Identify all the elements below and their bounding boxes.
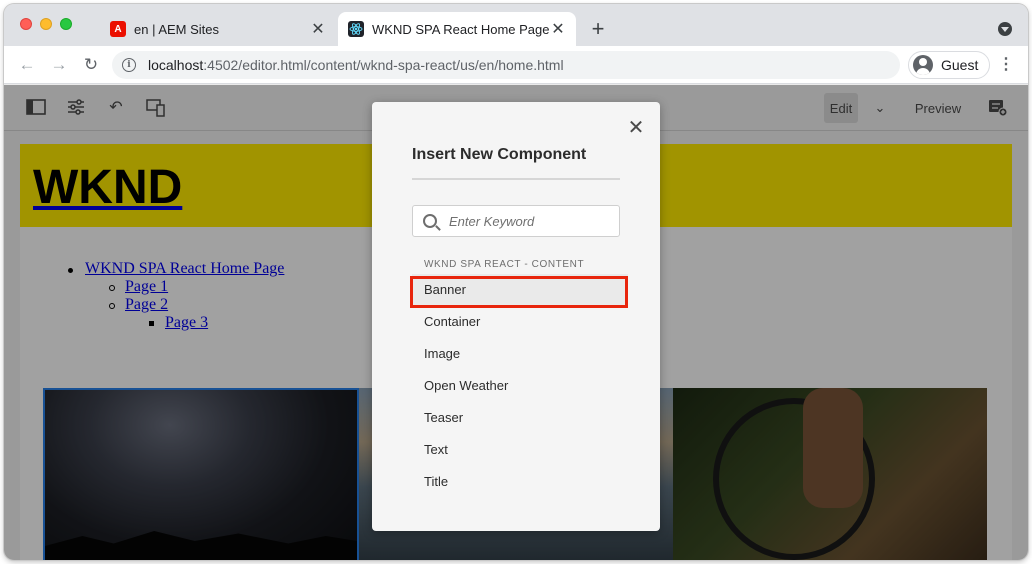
close-icon[interactable]: ✕ [550, 21, 566, 38]
dialog-title: Insert New Component [412, 146, 587, 163]
close-icon[interactable]: ✕ [626, 118, 646, 138]
minimize-window-button[interactable] [40, 18, 52, 30]
component-image[interactable]: Image [412, 338, 628, 370]
adobe-icon: A [110, 21, 126, 37]
tab-aem-sites[interactable]: A en | AEM Sites ✕ [100, 12, 336, 46]
reload-icon[interactable]: ↻ [80, 54, 102, 76]
banner-highlight [410, 276, 628, 308]
insert-component-dialog: ✕ Insert New Component WKND SPA REACT - … [372, 102, 660, 531]
tab-search-icon[interactable] [998, 22, 1012, 36]
component-group-label: WKND SPA REACT - CONTENT [424, 259, 585, 270]
browser-menu-icon[interactable]: ⋮ [998, 56, 1014, 74]
browser-window: A en | AEM Sites ✕ WKND SPA React Home P… [4, 4, 1028, 560]
react-icon [348, 21, 364, 37]
search-icon [423, 214, 437, 228]
profile-name: Guest [941, 57, 979, 73]
new-tab-button[interactable]: + [586, 18, 610, 42]
keyword-search[interactable] [412, 205, 620, 237]
component-container[interactable]: Container [412, 306, 628, 338]
component-open-weather[interactable]: Open Weather [412, 370, 628, 402]
tab-title: WKND SPA React Home Page [372, 21, 550, 37]
forward-arrow-icon[interactable]: → [48, 54, 70, 76]
component-text[interactable]: Text [412, 434, 628, 466]
tab-wknd-home[interactable]: WKND SPA React Home Page ✕ [338, 12, 576, 46]
close-icon[interactable]: ✕ [310, 21, 326, 38]
back-arrow-icon[interactable]: ← [16, 54, 38, 76]
component-title[interactable]: Title [412, 466, 628, 498]
url-path: :4502/editor.html/content/wknd-spa-react… [203, 57, 564, 73]
tab-title: en | AEM Sites [134, 21, 220, 37]
profile-button[interactable]: Guest [908, 51, 990, 79]
divider [412, 178, 620, 180]
component-teaser[interactable]: Teaser [412, 402, 628, 434]
maximize-window-button[interactable] [60, 18, 72, 30]
url-host: localhost [148, 57, 204, 73]
avatar [913, 55, 933, 75]
editor-content: ↶ Edit ⌄ Preview WKND WKND SPA React Hom… [4, 85, 1028, 560]
close-window-button[interactable] [20, 18, 32, 30]
address-bar[interactable]: i localhost:4502/editor.html/content/wkn… [112, 51, 900, 79]
browser-toolbar: ← → ↻ i localhost:4502/editor.html/conte… [4, 46, 1028, 84]
tab-strip: A en | AEM Sites ✕ WKND SPA React Home P… [4, 4, 1028, 46]
info-icon[interactable]: i [122, 58, 136, 72]
search-input[interactable] [449, 213, 609, 229]
